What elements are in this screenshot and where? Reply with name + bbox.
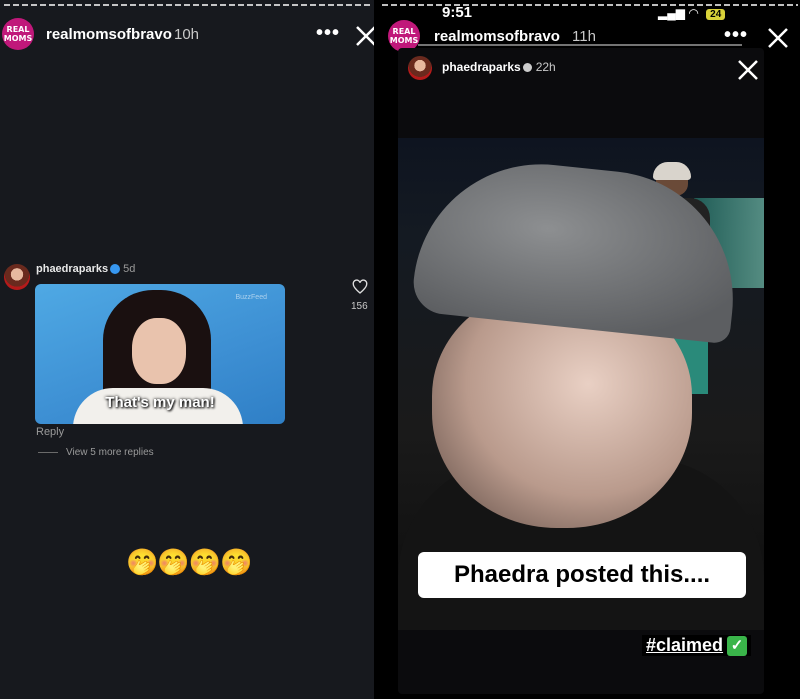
account-username[interactable]: realmomsofbravo xyxy=(434,28,560,45)
account-username[interactable]: realmomsofbravo xyxy=(46,26,172,43)
ellipsis-icon[interactable]: ••• xyxy=(724,24,748,47)
view-more-replies[interactable]: View 5 more replies xyxy=(38,447,154,458)
story-progress-bar xyxy=(4,4,370,6)
avatar-text-line2: MOMS xyxy=(389,36,419,45)
gif-caption: That's my man! xyxy=(105,394,215,411)
account-avatar[interactable]: REAL MOMS xyxy=(2,18,34,50)
inner-post-username[interactable]: phaedraparks xyxy=(442,60,521,74)
story-timestamp: 11h xyxy=(572,28,596,45)
avatar-text-line1: REAL xyxy=(6,25,30,34)
inner-close-icon[interactable] xyxy=(736,58,758,80)
emoji-row: 🤭🤭🤭🤭 xyxy=(126,547,252,577)
commenter-username[interactable]: phaedraparks xyxy=(36,263,108,275)
status-bar-icons: ▂▄▆ ◠ 24 xyxy=(658,6,726,20)
comment-time: 5d xyxy=(123,263,136,275)
flat-cap xyxy=(410,151,746,345)
view-more-replies-label: View 5 more replies xyxy=(66,447,154,458)
reshared-story-card[interactable]: phaedraparks 22h Phaedra posted this.... … xyxy=(398,48,764,694)
gif-figure-face xyxy=(132,318,186,384)
check-mark-icon: ✓ xyxy=(727,636,748,657)
hashtag-sticker[interactable]: #claimed ✓ xyxy=(642,635,752,657)
inner-post-time: 22h xyxy=(535,60,556,74)
background-person-cap xyxy=(653,162,691,180)
inner-post-header: phaedraparks 22h xyxy=(442,60,556,74)
left-story-panel: REAL MOMS realmomsofbravo 10h ••• phaedr… xyxy=(0,0,374,699)
ellipsis-icon[interactable]: ••• xyxy=(316,22,340,45)
story-timestamp: 10h xyxy=(174,26,200,43)
hashtag-text: #claimed xyxy=(646,635,724,655)
status-bar-time: 9:51 xyxy=(442,4,473,21)
caption-banner: Phaedra posted this.... xyxy=(418,552,746,598)
close-icon[interactable] xyxy=(766,26,790,50)
comment-header: phaedraparks 5d xyxy=(36,263,135,275)
like-count: 156 xyxy=(351,301,368,312)
reply-button[interactable]: Reply xyxy=(36,426,64,438)
right-story-panel: 9:51 ▂▄▆ ◠ 24 REAL MOMS realmomsofbravo … xyxy=(378,0,800,699)
wifi-icon: ◠ xyxy=(688,6,699,20)
reply-divider xyxy=(38,451,58,453)
battery-icon: 24 xyxy=(706,9,726,20)
signal-icon: ▂▄▆ xyxy=(658,6,685,20)
heart-icon[interactable] xyxy=(352,279,368,295)
avatar-text-line1: REAL xyxy=(392,27,416,36)
commenter-avatar[interactable] xyxy=(4,264,30,290)
comment-gif[interactable]: BuzzFeed That's my man! xyxy=(35,284,285,424)
verified-badge-icon xyxy=(522,63,532,73)
close-icon[interactable] xyxy=(354,24,374,48)
inner-post-avatar[interactable] xyxy=(408,56,432,80)
gif-watermark: BuzzFeed xyxy=(235,294,267,301)
seek-bar[interactable] xyxy=(418,44,742,46)
verified-badge-icon xyxy=(110,264,121,275)
avatar-text-line2: MOMS xyxy=(3,34,33,43)
